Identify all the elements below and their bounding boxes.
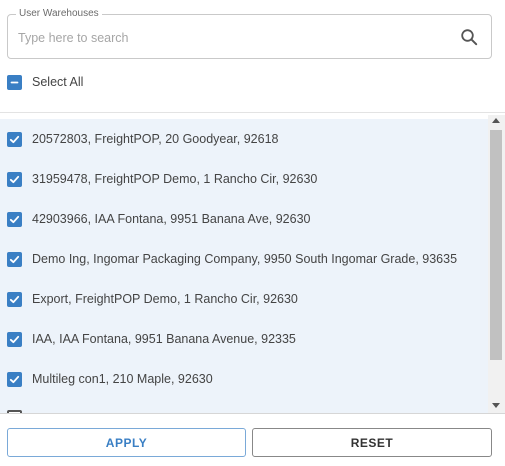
item-checkbox[interactable] [7,211,22,227]
list-item[interactable]: Multileg con1, 210 Maple, 92630 [7,369,213,389]
item-checkbox[interactable] [7,331,22,347]
footer-divider [0,413,505,414]
item-checkbox[interactable] [7,171,22,187]
check-icon [9,215,20,223]
list-item-label: 42903966, IAA Fontana, 9951 Banana Ave, … [32,212,311,226]
check-icon [9,375,20,383]
minus-icon [10,81,19,83]
list-item-label: IAA, IAA Fontana, 9951 Banana Avenue, 92… [32,332,296,346]
search-icon[interactable] [460,28,478,46]
list-item[interactable]: Export, FreightPOP Demo, 1 Rancho Cir, 9… [7,289,298,309]
check-icon [9,335,20,343]
scroll-down-arrow-icon[interactable] [492,403,500,408]
list-scrollbar[interactable] [488,115,505,413]
select-all-option[interactable]: Select All [7,72,83,92]
check-icon [9,295,20,303]
list-item[interactable]: Demo Ing, Ingomar Packaging Company, 995… [7,249,457,269]
item-checkbox[interactable] [7,251,22,267]
warehouse-filter-panel: User Warehouses Select All 20572803, Fre… [0,0,505,466]
list-item[interactable]: 42903966, IAA Fontana, 9951 Banana Ave, … [7,209,311,229]
check-icon [9,175,20,183]
warehouse-list: 20572803, FreightPOP, 20 Goodyear, 92618… [0,119,488,413]
list-item-label: Multileg con1, 210 Maple, 92630 [32,372,213,386]
check-icon [9,255,20,263]
scroll-up-arrow-icon[interactable] [492,118,500,123]
list-item[interactable]: 20572803, FreightPOP, 20 Goodyear, 92618 [7,129,278,149]
select-all-checkbox[interactable] [7,74,22,90]
select-all-label: Select All [32,75,84,89]
item-checkbox[interactable] [7,371,22,387]
search-field-legend: User Warehouses [16,8,102,20]
item-checkbox[interactable] [7,291,22,307]
check-icon [9,135,20,143]
scrollbar-thumb[interactable] [490,130,502,360]
list-item-label: Demo Ing, Ingomar Packaging Company, 995… [32,252,458,266]
divider [0,112,505,113]
item-checkbox[interactable] [7,131,22,147]
list-item-label: 31959478, FreightPOP Demo, 1 Rancho Cir,… [32,172,318,186]
list-item-label: 20572803, FreightPOP, 20 Goodyear, 92618 [32,132,279,146]
warehouse-search-field[interactable]: User Warehouses [7,8,492,59]
search-input[interactable] [18,27,438,49]
list-item[interactable]: IAA, IAA Fontana, 9951 Banana Avenue, 92… [7,329,296,349]
apply-button[interactable]: APPLY [7,428,246,457]
list-item[interactable]: 31959478, FreightPOP Demo, 1 Rancho Cir,… [7,169,317,189]
list-item-label: Export, FreightPOP Demo, 1 Rancho Cir, 9… [32,292,298,306]
reset-button[interactable]: RESET [252,428,492,457]
